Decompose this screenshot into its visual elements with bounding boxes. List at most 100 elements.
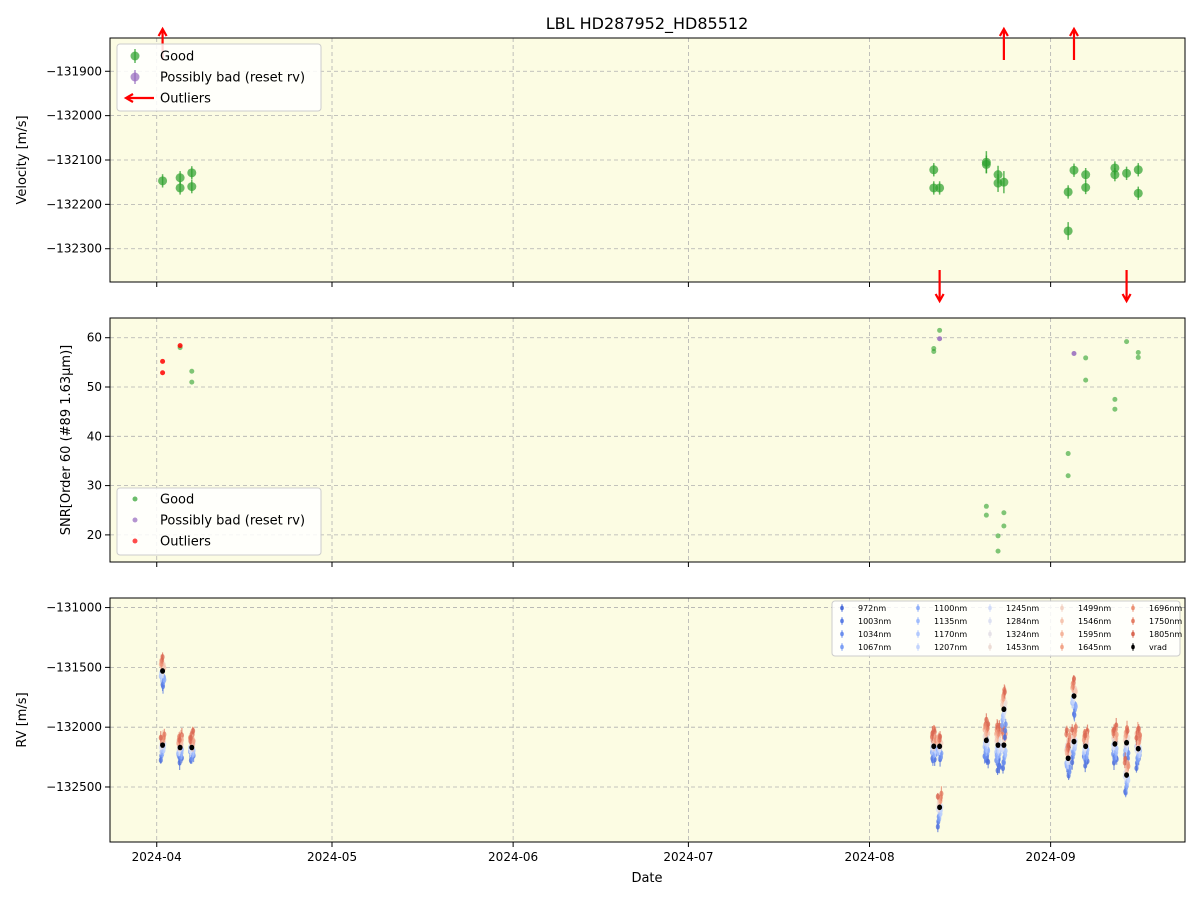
ylabel-velocity: Velocity [m/s] — [15, 115, 30, 204]
vrad-point — [937, 804, 943, 811]
band-point — [1071, 675, 1076, 682]
band-point — [1111, 726, 1116, 733]
y-tick-label: 40 — [87, 429, 102, 443]
legend-bad-label: Possibly bad (reset rv) — [160, 71, 305, 86]
band-point — [1138, 732, 1143, 739]
legend-good-label: Good — [160, 50, 194, 65]
legend-snr-marker — [132, 496, 138, 502]
figure: LBL HD287952_HD85512 −131900 −132000 −1321… — [15, 14, 1186, 886]
snr-point — [160, 370, 166, 376]
snr-point — [1083, 377, 1089, 383]
vrad-point — [1071, 693, 1077, 699]
y-tick-label: −132000 — [46, 720, 102, 734]
snr-point — [937, 336, 943, 342]
vrad-point — [983, 737, 989, 744]
snr-point — [160, 358, 166, 364]
vrad-point — [1001, 706, 1007, 713]
x-tick-label: 2024-07 — [663, 850, 713, 864]
band-point — [986, 721, 991, 728]
band-point — [158, 734, 163, 741]
vrad-point — [1112, 741, 1118, 747]
band-point — [160, 653, 165, 660]
legend-band-label: 1100nm — [934, 604, 967, 613]
band-point — [1123, 755, 1128, 762]
vrad-point — [1083, 743, 1089, 750]
legend-band-marker — [840, 618, 844, 624]
y-tick-label: −132200 — [46, 197, 102, 211]
velocity-point — [1110, 170, 1120, 180]
legend-band-label: 1170nm — [934, 630, 967, 639]
snr-panel: 20 30 40 50 60 Good Possibly bad (reset rv) Out… — [87, 317, 1186, 567]
velocity-point — [187, 182, 197, 192]
vrad-point — [1065, 755, 1071, 762]
legend-band-label: 972nm — [858, 604, 886, 613]
band-point — [1073, 703, 1078, 710]
snr-point — [1135, 354, 1141, 360]
vrad-point — [931, 743, 937, 750]
band-point — [191, 727, 196, 734]
legend-band-marker — [1060, 605, 1064, 611]
legend-band-label: 1284nm — [1006, 617, 1039, 626]
band-point — [1066, 742, 1071, 749]
legend-snr-label: Good — [160, 493, 194, 508]
velocity-point — [1081, 170, 1091, 180]
vrad-point — [160, 742, 166, 748]
band-point — [939, 790, 944, 797]
velocity-point — [175, 183, 185, 193]
band-point — [938, 733, 943, 740]
vrad-point — [1124, 772, 1130, 778]
band-point — [986, 758, 991, 765]
legend-band-label: 1324nm — [1006, 630, 1039, 639]
chart-title: LBL HD287952_HD85512 — [546, 14, 749, 34]
rv-panel: 2024-04 2024-05 2024-06 2024-07 2024-08 2024-… — [46, 597, 1186, 864]
snr-point — [1124, 339, 1130, 345]
y-tick-label: 60 — [87, 331, 102, 345]
legend-band-marker — [1060, 631, 1064, 637]
snr-point — [937, 327, 943, 333]
snr-point — [1071, 350, 1077, 356]
band-point — [162, 731, 167, 738]
band-point — [1125, 727, 1130, 734]
band-point — [188, 734, 193, 741]
snr-point — [931, 346, 937, 352]
legend-good-marker — [130, 51, 140, 61]
vrad-point — [1001, 742, 1007, 748]
snr-point — [1112, 396, 1118, 402]
y-tick-label: 30 — [87, 479, 102, 493]
legend-band-label: 1805nm — [1149, 630, 1182, 639]
snr-point — [1001, 510, 1007, 516]
legend-band-label: 1750nm — [1149, 617, 1182, 626]
band-point — [177, 736, 182, 743]
band-point — [1064, 727, 1069, 734]
band-point — [935, 793, 940, 800]
snr-point — [983, 512, 989, 518]
velocity-point — [187, 168, 197, 178]
legend-snr-marker — [132, 517, 138, 523]
legend-band-marker — [988, 631, 992, 637]
y-tick-label: −131000 — [46, 601, 102, 615]
legend-band-label: 1546nm — [1078, 617, 1111, 626]
legend-band-label: 1067nm — [858, 643, 891, 652]
legend-band-marker — [916, 631, 920, 637]
legend-band-marker — [916, 605, 920, 611]
ylabel-snr: SNR[Order 60 (#89 1.63μm)] — [59, 345, 74, 536]
y-tick-label: −131500 — [46, 660, 102, 674]
y-tick-label: −131900 — [46, 64, 102, 78]
x-tick-label: 2024-05 — [307, 850, 357, 864]
vrad-point — [177, 744, 183, 751]
legend-band-label: 1696nm — [1149, 604, 1182, 613]
legend-band-marker — [988, 644, 992, 650]
legend-band-marker — [988, 618, 992, 624]
x-tick-label: 2024-09 — [1026, 850, 1076, 864]
legend-band-label: 1453nm — [1006, 643, 1039, 652]
y-tick-label: 20 — [87, 528, 102, 542]
snr-point — [1065, 451, 1071, 457]
legend-band-label: 1245nm — [1006, 604, 1039, 613]
legend-band-label: 1034nm — [858, 630, 891, 639]
x-tick-label: 2024-04 — [132, 850, 182, 864]
velocity-point — [175, 173, 185, 183]
legend-band-marker — [1131, 605, 1135, 611]
velocity-point — [1122, 168, 1132, 178]
legend-band-marker — [916, 618, 920, 624]
legend-band-label: 1003nm — [858, 617, 891, 626]
